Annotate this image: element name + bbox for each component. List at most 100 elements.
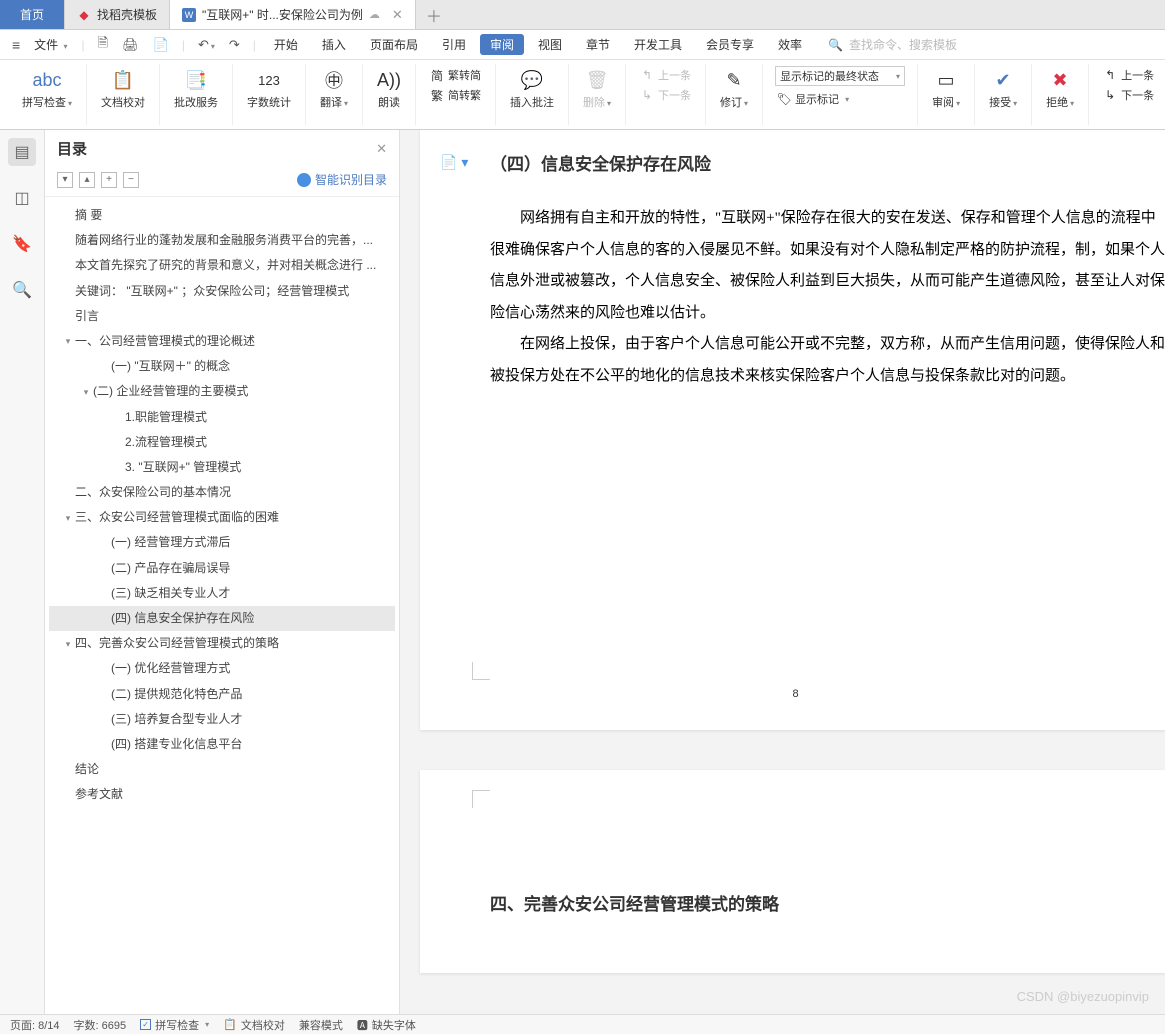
insert-comment-button[interactable]: 💬 插入批注 [504,66,560,112]
word-count-button[interactable]: 123 字数统计 [241,66,297,112]
chevron-down-icon[interactable]: ▾ [61,511,75,525]
outline-item[interactable]: 本文首先探究了研究的背景和意义，并对相关概念进行 ... [49,253,395,278]
rail-search-button[interactable]: 🔍 [8,276,36,304]
menu-insert[interactable]: 插入 [312,36,356,53]
markup-state-select[interactable]: 显示标记的最终状态▾ [775,66,905,86]
delete-comment-button[interactable]: 🗑 删除▾ [577,66,617,112]
outline-item[interactable]: 摘 要 [49,203,395,228]
command-search[interactable]: 🔍 查找命令、搜索模板 [828,36,957,53]
outline-item[interactable]: (四) 信息安全保护存在风险 [49,606,395,631]
accept-button[interactable]: ✔ 接受▾ [983,66,1023,112]
collapse-down-button[interactable]: ▾ [57,172,73,188]
menu-review[interactable]: 审阅 [480,34,524,55]
outline-item-label: (二) 提供规范化特色产品 [111,685,242,704]
status-page[interactable]: 页面: 8/14 [10,1017,60,1033]
chevron-down-icon[interactable]: ▾ [61,334,75,348]
outline-item[interactable]: (一) 优化经营管理方式 [49,656,395,681]
tab-document-active[interactable]: W "互联网+" 时...安保险公司为例 ☁ ✕ [170,0,416,29]
new-tab-button[interactable]: ＋ [416,0,452,29]
outline-item-label: (二) 产品存在骗局误导 [111,559,230,578]
trad-to-simp-button[interactable]: 简繁转简 [428,66,483,84]
outline-item[interactable]: (二) 产品存在骗局误导 [49,556,395,581]
document-page: 四、完善众安公司经营管理模式的策略 [420,770,1165,973]
chevron-down-icon[interactable]: ▾ [61,637,75,651]
outline-item[interactable]: 关键词： "互联网+" ；众安保险公司；经营管理模式 [49,279,395,304]
markup-icon: 🏷 [777,92,791,106]
menu-page-layout[interactable]: 页面布局 [360,36,428,53]
next-change-button[interactable]: ↳下一条 [1101,86,1156,104]
status-word-count[interactable]: 字数: 6695 [74,1017,127,1033]
menu-efficiency[interactable]: 效率 [768,36,812,53]
menu-sections[interactable]: 章节 [576,36,620,53]
spellcheck-button[interactable]: abc 拼写检查▾ [16,66,78,112]
close-icon[interactable]: ✕ [376,141,387,157]
outline-item[interactable]: (四) 搭建专业化信息平台 [49,732,395,757]
outline-item[interactable]: 结论 [49,757,395,782]
expand-button[interactable]: + [101,172,117,188]
outline-item[interactable]: 2.流程管理模式 [49,430,395,455]
status-compat-mode[interactable]: 兼容模式 [299,1017,343,1033]
print-icon[interactable]: 🖨 [117,37,144,53]
outline-item[interactable]: ▾三、众安公司经营管理模式面临的困难 [49,505,395,530]
next-comment-button[interactable]: ↳下一条 [638,86,693,104]
outline-item[interactable]: (一) "互联网＋" 的概念 [49,354,395,379]
outline-item[interactable]: 参考文献 [49,782,395,807]
reject-button[interactable]: ✖ 拒绝▾ [1040,66,1080,112]
outline-item[interactable]: (三) 培养复合型专业人才 [49,707,395,732]
prev-comment-button[interactable]: ↰上一条 [638,66,693,84]
rail-nav-button[interactable]: ◫ [8,184,36,212]
document-view[interactable]: 📄 ▾ （四）信息安全保护存在风险 网络拥有自主和开放的特性，"互联网+"保险存… [400,130,1165,1014]
show-markup-button[interactable]: 🏷显示标记▾ [775,90,905,108]
outline-panel: 目录 ✕ ▾ ▴ + − 智能识别目录 摘 要随着网络行业的蓬勃发展和金融服务消… [45,130,400,1014]
collapse-up-button[interactable]: ▴ [79,172,95,188]
outline-item[interactable]: ▾一、公司经营管理模式的理论概述 [49,329,395,354]
status-doc-proof[interactable]: 📋文档校对 [223,1017,285,1033]
outline-item[interactable]: (二) 提供规范化特色产品 [49,682,395,707]
page-action-icons[interactable]: 📄 ▾ [440,154,468,171]
paragraph: 在网络上投保，由于客户个人信息可能公开或不完整，双方称，从而产生信用问题，使得保… [490,329,1165,392]
outline-item-label: 结论 [75,760,99,779]
menu-start[interactable]: 开始 [264,36,308,53]
outline-toolbar: ▾ ▴ + − 智能识别目录 [45,167,399,197]
read-aloud-icon: A)) [377,68,401,92]
chevron-down-icon[interactable]: ▾ [79,385,93,399]
hamburger-icon[interactable]: ≡ [8,37,24,53]
status-spellcheck[interactable]: ✓拼写检查▾ [140,1017,209,1033]
menu-references[interactable]: 引用 [432,36,476,53]
simp-to-trad-button[interactable]: 繁简转繁 [428,86,483,104]
outline-item[interactable]: (一) 经营管理方式滞后 [49,530,395,555]
close-icon[interactable]: ✕ [392,7,403,23]
outline-item[interactable]: 3. "互联网+" 管理模式 [49,455,395,480]
redo-icon[interactable]: ↷ [224,37,245,53]
smart-toc-button[interactable]: 智能识别目录 [297,171,387,188]
outline-item[interactable]: ▾四、完善众安公司经营管理模式的策略 [49,631,395,656]
approve-service-button[interactable]: 📑 批改服务 [168,66,224,112]
prev-change-button[interactable]: ↰上一条 [1101,66,1156,84]
outline-item[interactable]: (三) 缺乏相关专业人才 [49,581,395,606]
collapse-button[interactable]: − [123,172,139,188]
save-icon[interactable]: 🗎 [93,34,113,56]
rail-outline-button[interactable]: ▤ [8,138,36,166]
next-icon: ↳ [640,88,654,102]
undo-icon[interactable]: ↶▾ [193,37,220,53]
file-menu[interactable]: 文件 ▾ [28,36,73,53]
status-missing-font[interactable]: 🅰缺失字体 [357,1017,416,1033]
doc-proof-button[interactable]: 📋 文档校对 [95,66,151,112]
rail-bookmark-button[interactable]: 🔖 [8,230,36,258]
outline-item[interactable]: ▾(二) 企业经营管理的主要模式 [49,379,395,404]
outline-item[interactable]: 二、众安保险公司的基本情况 [49,480,395,505]
tab-home[interactable]: 首页 [0,0,65,29]
outline-item[interactable]: 1.职能管理模式 [49,405,395,430]
outline-item[interactable]: 随着网络行业的蓬勃发展和金融服务消费平台的完善，... [49,228,395,253]
print-preview-icon[interactable]: 📄 [148,37,174,53]
accept-icon: ✔ [991,68,1015,92]
menu-view[interactable]: 视图 [528,36,572,53]
menu-vip[interactable]: 会员专享 [696,36,764,53]
tab-templates[interactable]: ◆ 找稻壳模板 [65,0,170,29]
outline-item[interactable]: 引言 [49,304,395,329]
translate-button[interactable]: ㊥ 翻译▾ [314,66,354,112]
track-changes-button[interactable]: ✎ 修订▾ [714,66,754,112]
review-pane-button[interactable]: ▭ 审阅▾ [926,66,966,112]
read-aloud-button[interactable]: A)) 朗读 [371,66,407,112]
menu-dev-tools[interactable]: 开发工具 [624,36,692,53]
